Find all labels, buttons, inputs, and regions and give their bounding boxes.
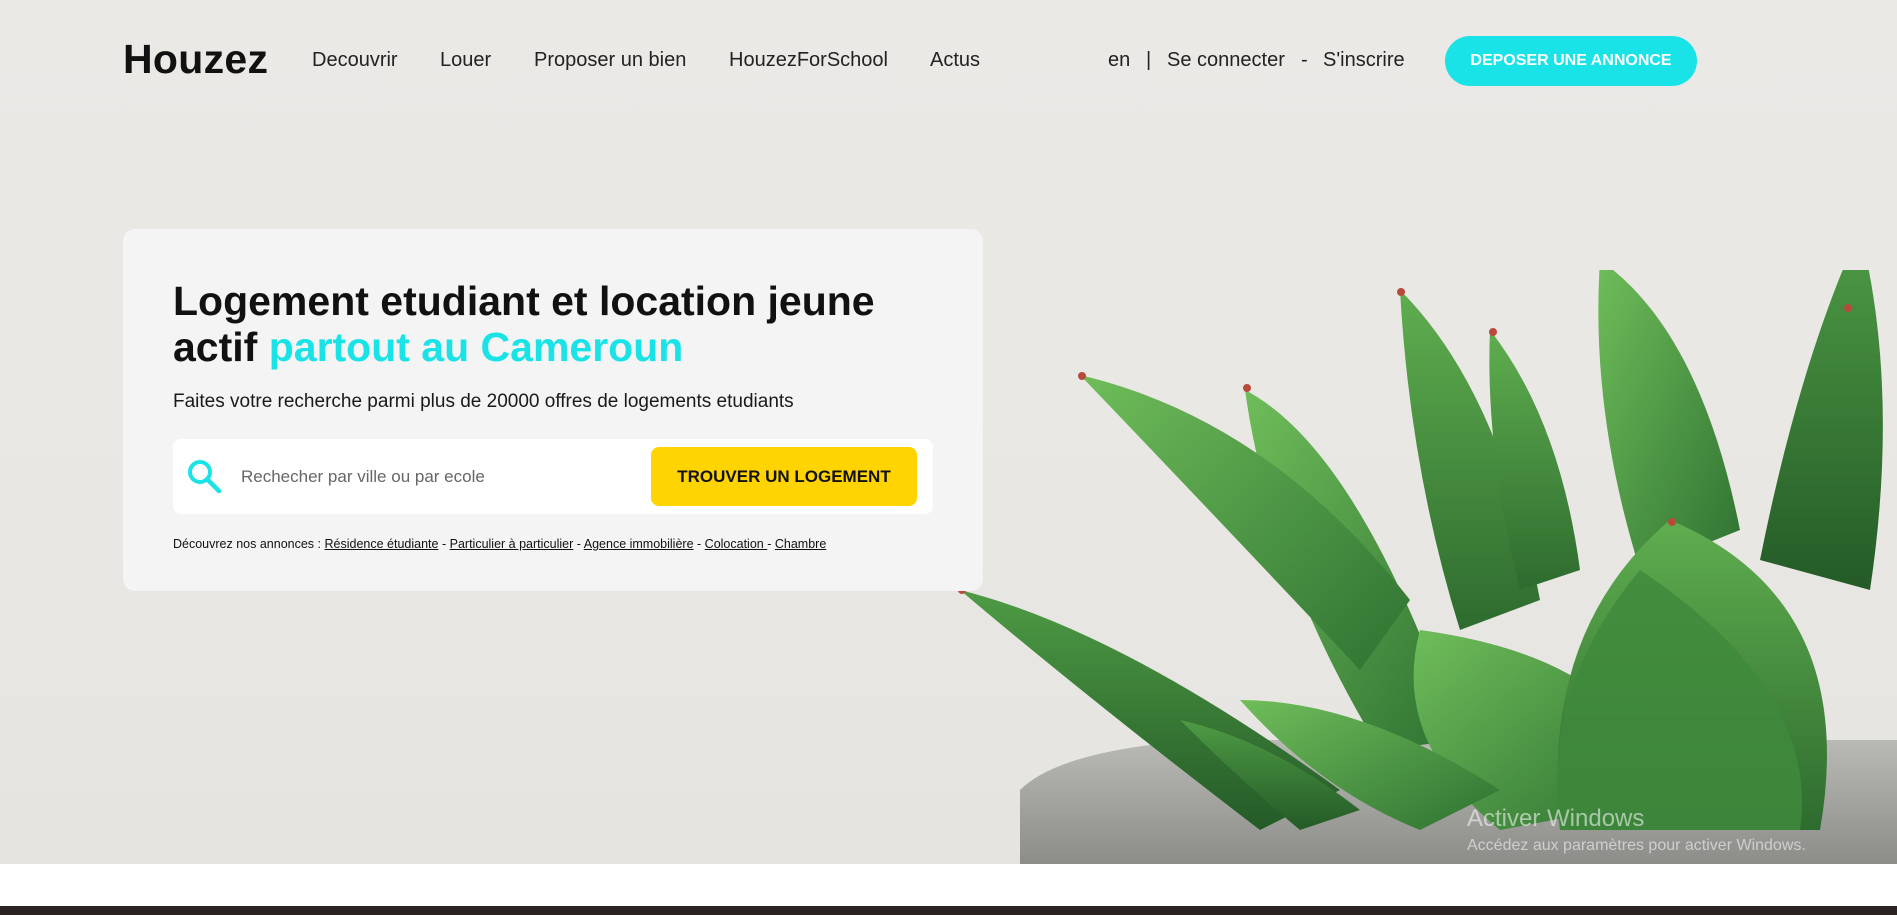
link-colocation[interactable]: Colocation [705, 537, 768, 551]
signup-link[interactable]: S'inscrire [1323, 49, 1405, 72]
link-separator: - [441, 537, 447, 551]
search-icon [188, 460, 222, 494]
nav-item-decouvrir[interactable]: Decouvrir [312, 49, 398, 72]
search-input[interactable] [239, 459, 623, 495]
link-residence-etudiante[interactable]: Résidence étudiante [325, 537, 439, 551]
watermark-title: Activer Windows [1467, 805, 1645, 832]
succulent-plant-image [958, 270, 1897, 864]
link-agence-immobiliere[interactable]: Agence immobilière [584, 537, 694, 551]
language-switcher[interactable]: en [1108, 49, 1130, 72]
header-separator-dash: - [1301, 49, 1308, 71]
header-separator: | [1146, 49, 1152, 71]
link-particulier[interactable]: Particulier à particulier [450, 537, 574, 551]
page-title: Logement etudiant et location jeune acti… [173, 278, 933, 370]
search-bar: TROUVER UN LOGEMENT [173, 439, 933, 514]
title-accent: partout au Cameroun [268, 324, 684, 370]
nav-item-houzezforschool[interactable]: HouzezForSchool [729, 49, 888, 72]
link-separator: - [767, 537, 772, 551]
search-card: Logement etudiant et location jeune acti… [123, 229, 983, 591]
hero-subtitle: Faites votre recherche parmi plus de 200… [173, 391, 794, 412]
link-separator: - [576, 537, 581, 551]
login-link[interactable]: Se connecter [1167, 49, 1285, 72]
link-chambre[interactable]: Chambre [775, 537, 826, 551]
nav-item-louer[interactable]: Louer [440, 49, 491, 72]
find-housing-button[interactable]: TROUVER UN LOGEMENT [651, 447, 917, 506]
nav-item-proposer-un-bien[interactable]: Proposer un bien [534, 49, 686, 72]
next-section-edge [0, 906, 1897, 915]
watermark-subtitle: Accédez aux paramètres pour activer Wind… [1467, 837, 1806, 854]
site-logo[interactable]: Houzez [123, 36, 268, 83]
windows-activation-watermark: Activer Windows Accédez aux paramètres p… [1467, 805, 1806, 855]
post-listing-button[interactable]: DEPOSER UNE ANNONCE [1445, 36, 1697, 86]
link-separator: - [697, 537, 702, 551]
hero-section: Houzez Decouvrir Louer Proposer un bien … [0, 0, 1897, 864]
quick-links-label: Découvrez nos annonces : [173, 537, 322, 551]
quick-links: Découvrez nos annonces : Résidence étudi… [173, 537, 826, 551]
nav-item-actus[interactable]: Actus [930, 49, 980, 72]
